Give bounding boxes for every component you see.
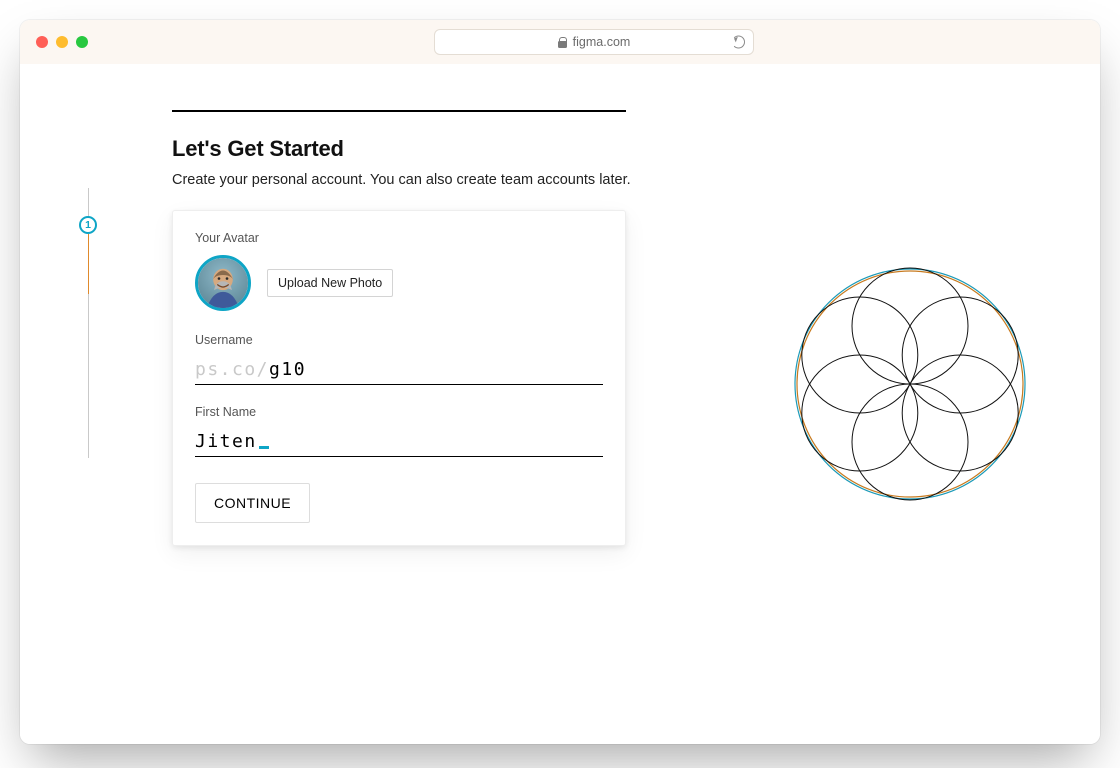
address-bar-wrap: figma.com: [104, 29, 1084, 55]
address-bar[interactable]: figma.com: [434, 29, 754, 55]
address-bar-host: figma.com: [573, 35, 631, 49]
step-node-1: 1: [79, 216, 97, 234]
continue-button[interactable]: CONTINUE: [195, 483, 310, 523]
step-number: 1: [85, 219, 91, 231]
section-rule: [172, 110, 626, 112]
avatar-label: Your Avatar: [195, 231, 603, 245]
browser-window: figma.com Let's: [20, 20, 1100, 744]
username-prefix: ps.co/: [195, 359, 269, 380]
content-canvas: Let's Get Started Create your personal a…: [20, 64, 1100, 546]
text-caret: [259, 446, 269, 449]
onboarding-card: Your Avatar: [172, 210, 626, 546]
browser-chrome: figma.com: [20, 20, 1100, 64]
reload-icon[interactable]: [732, 36, 745, 49]
page-viewport: Let's Get Started Create your personal a…: [20, 64, 1100, 744]
username-label: Username: [195, 333, 603, 347]
firstname-input[interactable]: Jiten: [195, 429, 603, 457]
window-controls: [36, 36, 88, 48]
lock-icon: [558, 37, 567, 48]
upload-photo-button[interactable]: Upload New Photo: [267, 269, 393, 297]
fullscreen-window-button[interactable]: [76, 36, 88, 48]
firstname-value: Jiten: [195, 431, 257, 452]
minimize-window-button[interactable]: [56, 36, 68, 48]
avatar[interactable]: [195, 255, 251, 311]
close-window-button[interactable]: [36, 36, 48, 48]
username-value: g10: [269, 359, 306, 380]
username-input[interactable]: ps.co/ g10: [195, 357, 603, 385]
page-subtitle: Create your personal account. You can al…: [172, 172, 1044, 188]
page-title: Let's Get Started: [172, 136, 1044, 162]
progress-stepper: 1: [76, 188, 100, 458]
firstname-label: First Name: [195, 405, 603, 419]
